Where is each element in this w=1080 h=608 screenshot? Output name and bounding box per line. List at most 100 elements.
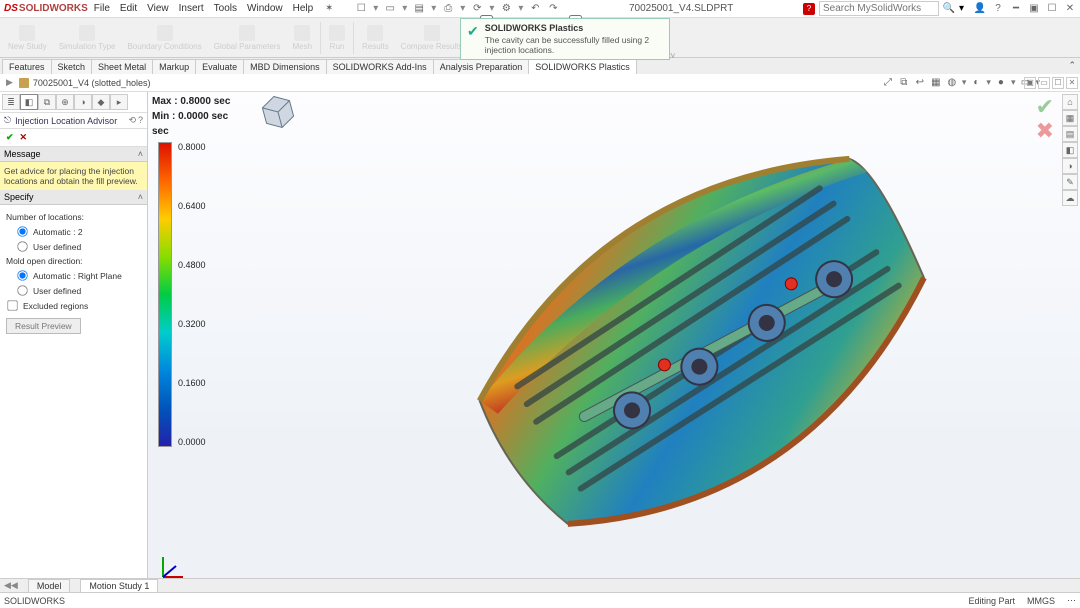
close-icon[interactable]: ✕ — [1064, 3, 1076, 15]
pm-ok-button[interactable]: ✔ — [6, 132, 14, 143]
taskpane-library-icon[interactable]: ▤ — [1062, 126, 1078, 142]
pm-specify-header[interactable]: Specify˄ — [0, 190, 147, 205]
pm-pin-icon[interactable]: ⟲ — [128, 115, 136, 126]
menu-window[interactable]: Window — [247, 3, 283, 15]
excluded-regions-check[interactable]: Excluded regions — [6, 299, 141, 312]
open-icon[interactable]: ▭ — [384, 3, 396, 15]
bottom-tab-model[interactable]: Model — [28, 579, 71, 593]
minimize-icon[interactable]: ━ — [1010, 3, 1022, 15]
graphics-viewport[interactable]: Max : 0.8000 sec Min : 0.0000 sec sec 0.… — [148, 92, 1080, 592]
undo-icon[interactable]: ↶ — [529, 3, 541, 15]
zoom-area-icon[interactable]: ⧉ — [898, 77, 910, 89]
appearance-icon[interactable]: ● — [995, 77, 1007, 89]
ribbon-results[interactable]: Results — [358, 25, 393, 51]
taskpane-appearances-icon[interactable]: ◑ — [1062, 158, 1078, 174]
taskpane-custom-icon[interactable]: ✎ — [1062, 174, 1078, 190]
tab-evaluate[interactable]: Evaluate — [195, 59, 244, 74]
hide-show-icon[interactable]: ◐ — [970, 77, 982, 89]
status-bar: SOLIDWORKS Editing Part MMGS ⋯ — [0, 592, 1080, 608]
section-icon[interactable]: ▦ — [930, 77, 942, 89]
quick-access-toolbar: ☐▾ ▭▾ ▤▾ ⎙▾ ⟳▾ ⚙▾ ↶ ↷ — [355, 3, 559, 15]
menu-help[interactable]: Help — [293, 3, 314, 15]
pm-message-header[interactable]: Message˄ — [0, 147, 147, 162]
fm-tab-more[interactable]: ▸ — [110, 94, 128, 110]
search-icon[interactable]: 🔍 — [943, 3, 955, 15]
ribbon-compare[interactable]: Compare Results — [397, 25, 467, 51]
breadcrumb-root[interactable]: 70025001_V4 (slotted_holes) — [33, 78, 151, 88]
tree-expand-icon[interactable]: ▶ — [6, 77, 13, 88]
rebuild-icon[interactable]: ⟳ — [471, 3, 483, 15]
mold-auto-radio[interactable]: Automatic : Right Plane — [16, 269, 141, 282]
zoom-fit-icon[interactable]: ⤢ — [882, 77, 894, 89]
legend-unit: sec — [152, 126, 230, 137]
menu-view[interactable]: View — [147, 3, 169, 15]
restore-icon[interactable]: ▣ — [1028, 3, 1040, 15]
fm-tab-plastics[interactable]: ◆ — [92, 94, 110, 110]
document-title: 70025001_V4.SLDPRT — [559, 3, 803, 14]
color-bar-gradient — [158, 142, 172, 447]
bottom-tab-motion[interactable]: Motion Study 1 — [80, 579, 158, 593]
tab-mbd[interactable]: MBD Dimensions — [243, 59, 327, 74]
menu-pin-icon[interactable]: ✶ — [323, 3, 335, 15]
pm-cancel-button[interactable]: ✕ — [20, 132, 28, 143]
login-icon[interactable]: 👤 — [974, 3, 986, 15]
num-user-radio[interactable]: User defined — [16, 240, 141, 253]
ribbon-global[interactable]: Global Parameters — [210, 25, 285, 51]
menu-insert[interactable]: Insert — [179, 3, 204, 15]
search-input[interactable] — [819, 1, 939, 16]
tick-5: 0.0000 — [178, 437, 206, 447]
tab-addins[interactable]: SOLIDWORKS Add-Ins — [326, 59, 434, 74]
viewport-ok-icon[interactable]: ✔ — [1036, 94, 1054, 120]
mdi-min-icon[interactable]: ▭ — [1038, 77, 1050, 89]
ribbon-mesh[interactable]: Mesh — [288, 25, 316, 51]
taskpane-home-icon[interactable]: ⌂ — [1062, 94, 1078, 110]
tab-features[interactable]: Features — [2, 59, 52, 74]
status-units[interactable]: MMGS — [1027, 596, 1055, 606]
ribbon-collapse-icon[interactable]: ⌃ — [1068, 60, 1076, 71]
bottom-scroll-left[interactable]: ◀◀ — [4, 580, 18, 591]
mdi-collapse-icon[interactable]: ▣ — [1024, 77, 1036, 89]
new-icon[interactable]: ☐ — [355, 3, 367, 15]
status-more-icon[interactable]: ⋯ — [1067, 595, 1076, 606]
options-icon[interactable]: ⚙ — [500, 3, 512, 15]
pm-message-body: Get advice for placing the injection loc… — [0, 162, 147, 190]
fm-tab-property[interactable]: ◧ — [20, 94, 38, 110]
mdi-max-icon[interactable]: ☐ — [1052, 77, 1064, 89]
fm-tab-feature[interactable]: ≣ — [2, 94, 20, 110]
print-icon[interactable]: ⎙ — [442, 3, 454, 15]
maximize-icon[interactable]: ☐ — [1046, 3, 1058, 15]
ribbon-sim-type[interactable]: Simulation Type — [55, 25, 120, 51]
display-style-icon[interactable]: ◍ — [946, 77, 958, 89]
ribbon-new-study[interactable]: New Study — [4, 25, 51, 51]
help-icon[interactable]: ? — [992, 3, 1004, 15]
ribbon-bc[interactable]: Boundary Conditions — [123, 25, 205, 51]
command-tabs: Features Sketch Sheet Metal Markup Evalu… — [0, 58, 1080, 74]
tab-sheetmetal[interactable]: Sheet Metal — [91, 59, 153, 74]
num-auto-radio[interactable]: Automatic : 2 — [16, 225, 141, 238]
fm-tab-display[interactable]: ◑ — [74, 94, 92, 110]
save-icon[interactable]: ▤ — [413, 3, 425, 15]
viewport-cancel-icon[interactable]: ✖ — [1036, 118, 1054, 144]
taskpane-resources-icon[interactable]: ▦ — [1062, 110, 1078, 126]
mdi-close-icon[interactable]: ✕ — [1066, 77, 1078, 89]
tab-markup[interactable]: Markup — [152, 59, 196, 74]
menu-edit[interactable]: Edit — [120, 3, 137, 15]
taskpane-forum-icon[interactable]: ☁ — [1062, 190, 1078, 206]
orientation-cube-icon[interactable] — [254, 92, 303, 136]
tab-plastics[interactable]: SOLIDWORKS Plastics — [528, 59, 637, 74]
task-pane-tabs: ⌂ ▦ ▤ ◧ ◑ ✎ ☁ — [1062, 94, 1078, 206]
tab-sketch[interactable]: Sketch — [51, 59, 93, 74]
menu-file[interactable]: File — [94, 3, 110, 15]
menu-tools[interactable]: Tools — [214, 3, 237, 15]
mold-user-radio[interactable]: User defined — [16, 284, 141, 297]
prev-view-icon[interactable]: ↩ — [914, 77, 926, 89]
pm-help-icon[interactable]: ? — [138, 115, 143, 126]
tab-analysis-prep[interactable]: Analysis Preparation — [433, 59, 530, 74]
ribbon-run[interactable]: Run — [325, 25, 349, 51]
fm-tab-dimxpert[interactable]: ⊕ — [56, 94, 74, 110]
fm-tab-config[interactable]: ⧉ — [38, 94, 56, 110]
redo-icon[interactable]: ↷ — [547, 3, 559, 15]
result-preview-button[interactable]: Result Preview — [6, 318, 81, 334]
taskpane-palette-icon[interactable]: ◧ — [1062, 142, 1078, 158]
tick-3: 0.3200 — [178, 319, 206, 329]
